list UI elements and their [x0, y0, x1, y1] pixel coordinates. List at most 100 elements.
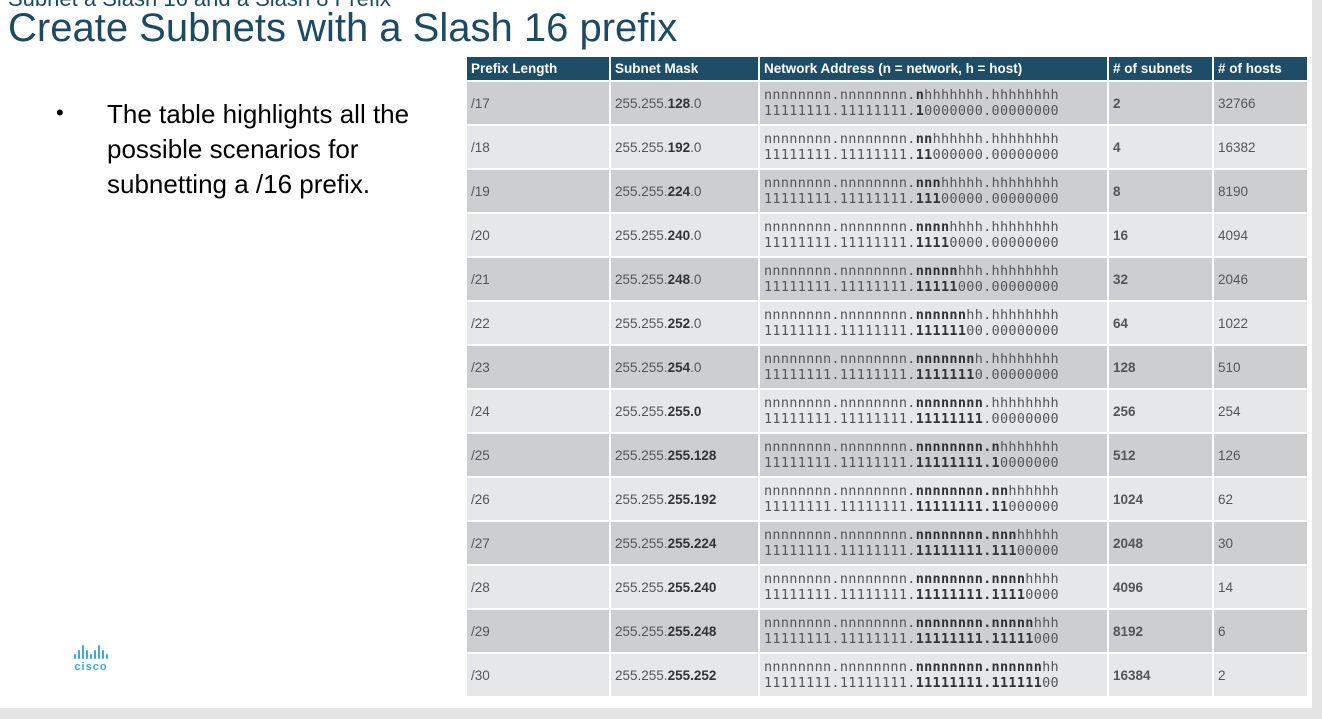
binary-mask-pattern: 11111111.11111111.11111111.11110000 [764, 587, 1103, 603]
mask-prefix-part: 255.255. [615, 667, 668, 683]
net-pattern-pre: nnnnnnnn.nnnnnnnn. [764, 483, 916, 499]
cell-subnet-mask: 255.255.254.0 [611, 344, 758, 388]
network-host-pattern: nnnnnnnn.nnnnnnnn.nnnnnnnn.nnnnnhhh [764, 615, 1103, 631]
header-num-hosts: # of hosts [1214, 57, 1307, 80]
cell-prefix-length: /23 [467, 344, 609, 388]
mask-prefix-part: 255.255. [615, 491, 668, 507]
cell-num-subnets: 64 [1109, 300, 1212, 344]
table-row: /26 255.255.255.192 nnnnnnnn.nnnnnnnn.nnnn… [467, 476, 1307, 520]
bin-pattern-post: .00000000 [983, 411, 1059, 427]
binary-mask-pattern: 11111111.11111111.11111111.11111000 [764, 631, 1103, 647]
net-pattern-post: hhh [1033, 615, 1059, 631]
net-pattern-post: hhhhh.hhhhhhhh [941, 175, 1059, 191]
cell-num-hosts: 510 [1214, 344, 1307, 388]
cisco-logo-bars-icon [66, 645, 116, 659]
net-pattern-post: .hhhhhhhh [983, 395, 1059, 411]
bin-pattern-pre: 11111111.11111111. [764, 587, 916, 603]
mask-suffix-part: .0 [690, 95, 702, 111]
bin-pattern-post: 0000000 [999, 455, 1059, 471]
net-pattern-post: hhhhhhh.hhhhhhhh [924, 87, 1059, 103]
mask-suffix-part: .0 [690, 315, 702, 331]
net-pattern-post: hhhh.hhhhhhhh [949, 219, 1059, 235]
bin-pattern-post: 0.00000000 [974, 367, 1059, 383]
mask-suffix-part: .0 [690, 271, 702, 287]
net-pattern-pre: nnnnnnnn.nnnnnnnn. [764, 263, 916, 279]
network-host-pattern: nnnnnnnn.nnnnnnnn.nnnnnnnh.hhhhhhhh [764, 351, 1103, 367]
bin-pattern-pre: 11111111.11111111. [764, 235, 916, 251]
net-pattern-post: hhhhhh.hhhhhhhh [932, 131, 1059, 147]
bullet-text: The table highlights all the possible sc… [107, 99, 410, 199]
cell-num-subnets: 8 [1109, 168, 1212, 212]
net-pattern-post: hh.hhhhhhhh [966, 307, 1059, 323]
net-pattern-borrowed: nnn [915, 175, 941, 191]
net-pattern-borrowed: nnnnnn [915, 307, 967, 323]
cell-network-address: nnnnnnnn.nnnnnnnn.nnnnnnnn.nnnnnnhh 11111… [760, 652, 1107, 696]
cell-subnet-mask: 255.255.240.0 [611, 212, 758, 256]
header-subnet-mask: Subnet Mask [611, 57, 758, 80]
net-pattern-pre: nnnnnnnn.nnnnnnnn. [764, 527, 916, 543]
cell-network-address: nnnnnnnn.nnnnnnnn.nnnnnnnn.nnnnhhhh 11111… [760, 564, 1107, 608]
bin-pattern-borrowed: 1 [915, 103, 925, 119]
net-pattern-pre: nnnnnnnn.nnnnnnnn. [764, 131, 916, 147]
table-row: /17 255.255.128.0 nnnnnnnn.nnnnnnnn.nhhhhh… [467, 80, 1307, 124]
cell-num-hosts: 8190 [1214, 168, 1307, 212]
network-host-pattern: nnnnnnnn.nnnnnnnn.nnnnnnnn.nnhhhhhh [764, 483, 1103, 499]
network-host-pattern: nnnnnnnn.nnnnnnnn.nnnnnnhh.hhhhhhhh [764, 307, 1103, 323]
binary-mask-pattern: 11111111.11111111.11111111.10000000 [764, 455, 1103, 471]
net-pattern-post: h.hhhhhhhh [974, 351, 1059, 367]
bin-pattern-post: 000000.00000000 [932, 147, 1059, 163]
cell-num-subnets: 2048 [1109, 520, 1212, 564]
cell-subnet-mask: 255.255.255.252 [611, 652, 758, 696]
table-row: /21 255.255.248.0 nnnnnnnn.nnnnnnnn.nnnnnh… [467, 256, 1307, 300]
net-pattern-borrowed: nnnnnnnn [915, 395, 984, 411]
bin-pattern-borrowed: 11 [915, 147, 933, 163]
table-row: /24 255.255.255.0 nnnnnnnn.nnnnnnnn.nnnnnn… [467, 388, 1307, 432]
mask-bold-part: 128 [667, 95, 691, 111]
table-row: /22 255.255.252.0 nnnnnnnn.nnnnnnnn.nnnnnn… [467, 300, 1307, 344]
net-pattern-post: hhhhhhh [999, 439, 1059, 455]
cell-prefix-length: /29 [467, 608, 609, 652]
mask-bold-part: 192 [667, 139, 691, 155]
cell-network-address: nnnnnnnn.nnnnnnnn.nnnhhhhh.hhhhhhhh 11111… [760, 168, 1107, 212]
cisco-logo: cisco [66, 645, 116, 673]
net-pattern-post: hhhhhh [1008, 483, 1059, 499]
cell-num-hosts: 2046 [1214, 256, 1307, 300]
net-pattern-pre: nnnnnnnn.nnnnnnnn. [764, 307, 916, 323]
mask-bold-part: 252 [667, 315, 691, 331]
mask-suffix-part: .0 [690, 139, 702, 155]
cell-subnet-mask: 255.255.255.192 [611, 476, 758, 520]
mask-bold-part: 240 [667, 227, 691, 243]
net-pattern-borrowed: nnnnnnnn.nnnn [915, 571, 1026, 587]
network-host-pattern: nnnnnnnn.nnnnnnnn.nnnnnnnn.nnnhhhhh [764, 527, 1103, 543]
mask-prefix-part: 255.255. [615, 227, 668, 243]
header-prefix-length: Prefix Length [467, 57, 609, 80]
cell-num-hosts: 126 [1214, 432, 1307, 476]
binary-mask-pattern: 11111111.11111111.11111111.11000000 [764, 499, 1103, 515]
binary-mask-pattern: 11111111.11111111.11111000.00000000 [764, 279, 1103, 295]
binary-mask-pattern: 11111111.11111111.11000000.00000000 [764, 147, 1103, 163]
bin-pattern-borrowed: 11111111.111111 [915, 675, 1043, 691]
cell-num-subnets: 1024 [1109, 476, 1212, 520]
table-row: /25 255.255.255.128 nnnnnnnn.nnnnnnnn.nnnn… [467, 432, 1307, 476]
mask-bold-part: 255.128 [667, 447, 717, 463]
mask-suffix-part: .0 [690, 359, 702, 375]
bin-pattern-post: 00000 [1016, 543, 1059, 559]
table-row: /27 255.255.255.224 nnnnnnnn.nnnnnnnn.nnnn… [467, 520, 1307, 564]
cell-network-address: nnnnnnnn.nnnnnnnn.nhhhhhhh.hhhhhhhh 11111… [760, 80, 1107, 124]
table-row: /19 255.255.224.0 nnnnnnnn.nnnnnnnn.nnnhhh… [467, 168, 1307, 212]
net-pattern-borrowed: nnnnnnnn.nnn [915, 527, 1017, 543]
cell-num-hosts: 6 [1214, 608, 1307, 652]
cell-num-hosts: 16382 [1214, 124, 1307, 168]
net-pattern-pre: nnnnnnnn.nnnnnnnn. [764, 351, 916, 367]
cell-prefix-length: /25 [467, 432, 609, 476]
network-host-pattern: nnnnnnnn.nnnnnnnn.nnnnnnnn.hhhhhhhh [764, 395, 1103, 411]
net-pattern-pre: nnnnnnnn.nnnnnnnn. [764, 571, 916, 587]
bin-pattern-post: 0000000.00000000 [924, 103, 1059, 119]
page-title: Create Subnets with a Slash 16 prefix [8, 6, 678, 50]
slide: Subnet a Slash 16 and a Slash 8 Prefix C… [0, 0, 1312, 708]
cell-network-address: nnnnnnnn.nnnnnnnn.nnnnhhhh.hhhhhhhh 11111… [760, 212, 1107, 256]
cell-prefix-length: /27 [467, 520, 609, 564]
network-host-pattern: nnnnnnnn.nnnnnnnn.nhhhhhhh.hhhhhhhh [764, 87, 1103, 103]
net-pattern-borrowed: n [915, 87, 925, 103]
cell-subnet-mask: 255.255.128.0 [611, 80, 758, 124]
